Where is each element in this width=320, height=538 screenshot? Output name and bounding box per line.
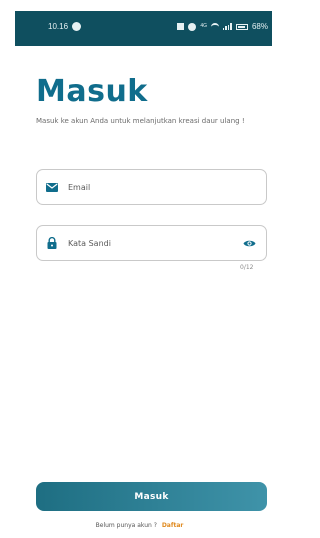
page-title: Masuk	[36, 74, 148, 109]
password-field[interactable]	[36, 225, 267, 261]
status-time-group: 10.16	[48, 22, 82, 31]
status-icons: 4G 68%	[177, 22, 268, 31]
eye-icon[interactable]	[242, 237, 256, 249]
signal-icon	[222, 23, 232, 30]
password-input[interactable]	[68, 238, 242, 248]
battery-percent: 68%	[251, 22, 268, 31]
status-time: 10.16	[48, 22, 69, 31]
email-field[interactable]	[36, 169, 267, 205]
nfc-icon	[177, 23, 185, 30]
status-bar: 10.16 4G 68%	[15, 11, 272, 46]
signup-line: Belum punya akun ? Daftar	[0, 522, 279, 529]
wifi-icon	[210, 22, 219, 31]
email-input[interactable]	[68, 182, 266, 192]
network-type-label: 4G	[200, 23, 207, 29]
password-char-counter: 0/12	[240, 264, 254, 271]
notification-dot-icon	[72, 22, 82, 31]
battery-icon	[235, 23, 248, 30]
login-button[interactable]: Masuk	[36, 482, 267, 511]
envelope-icon	[46, 181, 58, 193]
signup-prompt: Belum punya akun ?	[95, 522, 157, 529]
alarm-icon	[188, 22, 197, 31]
page-subtitle: Masuk ke akun Anda untuk melanjutkan kre…	[36, 117, 245, 125]
lock-icon	[46, 237, 58, 249]
signup-link[interactable]: Daftar	[162, 522, 184, 529]
